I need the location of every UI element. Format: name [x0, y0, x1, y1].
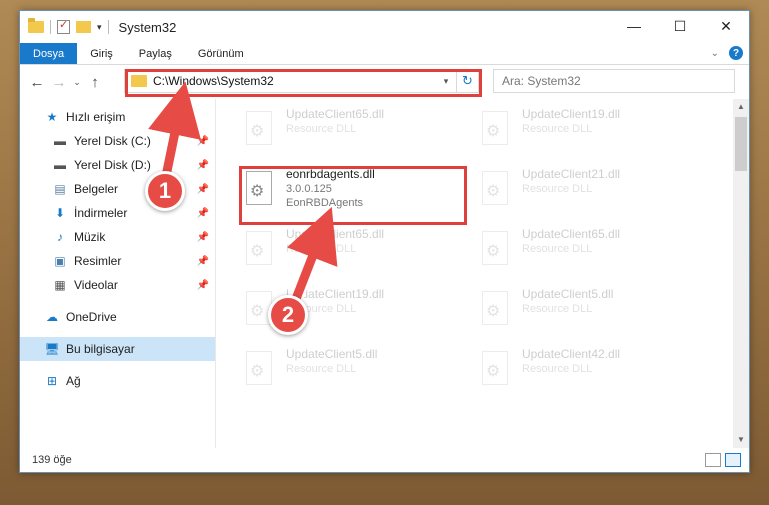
step-badge-one: 1: [145, 171, 185, 211]
step-badge-two: 2: [268, 295, 308, 335]
arrow-two: [287, 206, 338, 306]
annotation-arrows: [148, 81, 338, 311]
